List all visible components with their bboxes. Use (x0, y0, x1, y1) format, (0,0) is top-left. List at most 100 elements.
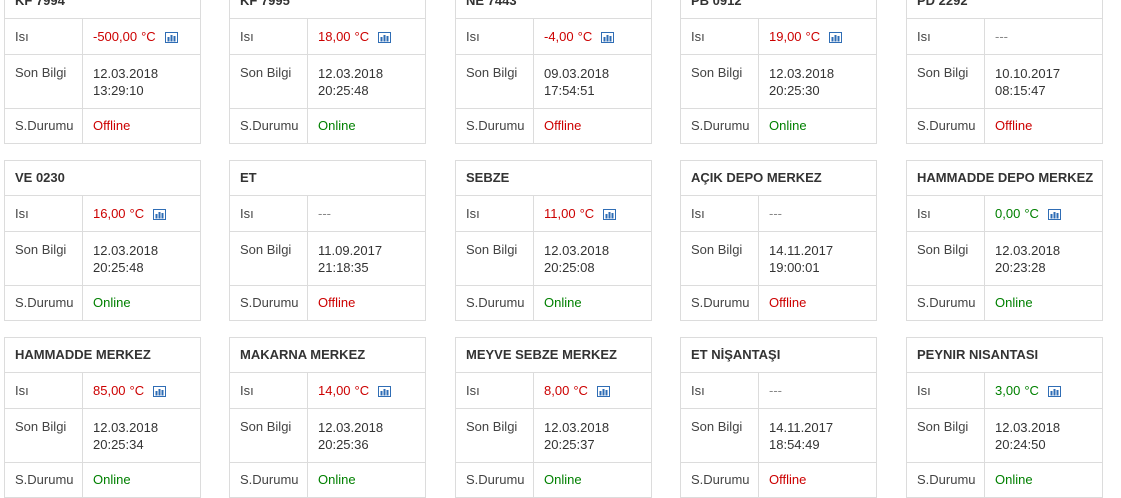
device-card-meyve-sebze-merkez: MEYVE SEBZE MERKEZ Isı 8,00 °C Son Bilgi 12.0… (455, 337, 652, 498)
device-title: KF 7994 (5, 0, 200, 19)
temperature-label: Isı (230, 196, 308, 231)
temperature-unit: °C (1024, 206, 1039, 221)
temperature-cell: 19,00 °C (759, 19, 876, 54)
temperature-cell: 11,00 °C (534, 196, 651, 231)
temperature-cell: 18,00 °C (308, 19, 425, 54)
device-title: PEYNIR NISANTASI (907, 338, 1102, 373)
last-info-value: 12.03.2018 20:24:50 (985, 409, 1102, 462)
last-info-value: 09.03.2018 17:54:51 (534, 55, 651, 108)
last-info-date: 12.03.2018 (769, 66, 835, 81)
status-label: S.Durumu (5, 286, 83, 320)
status-row: S.Durumu Online (230, 109, 425, 143)
temperature-number: 18,00 (318, 29, 351, 44)
last-info-row: Son Bilgi 12.03.2018 20:25:34 (5, 409, 200, 463)
temperature-value: 8,00 °C (544, 373, 588, 408)
last-info-label: Son Bilgi (5, 232, 83, 285)
chart-icon[interactable] (153, 209, 167, 221)
chart-icon[interactable] (378, 32, 392, 44)
chart-icon[interactable] (601, 32, 615, 44)
device-title: NE 7443 (456, 0, 651, 19)
status-label: S.Durumu (456, 109, 534, 143)
status-label: S.Durumu (5, 463, 83, 497)
device-card-kf-7995: KF 7995 Isı 18,00 °C Son Bilgi 12.03.2018 20:2… (229, 0, 426, 144)
temperature-label: Isı (230, 19, 308, 54)
chart-icon[interactable] (153, 386, 167, 398)
temperature-unit: °C (354, 29, 370, 44)
chart-icon[interactable] (378, 386, 392, 398)
last-info-time: 18:54:49 (769, 437, 820, 452)
temperature-number: 11,00 (544, 206, 576, 221)
last-info-label: Son Bilgi (907, 409, 985, 462)
status-value: Online (544, 472, 582, 487)
status-row: S.Durumu Online (907, 463, 1102, 497)
last-info-label: Son Bilgi (681, 409, 759, 462)
last-info-row: Son Bilgi 09.03.2018 17:54:51 (456, 55, 651, 109)
chart-icon[interactable] (164, 32, 178, 44)
temperature-label: Isı (456, 196, 534, 231)
temperature-row: Isı 8,00 °C (456, 373, 651, 409)
temperature-cell: 0,00 °C (985, 196, 1102, 231)
temperature-number: --- (995, 29, 1008, 44)
last-info-value: 12.03.2018 20:25:48 (83, 232, 200, 285)
temperature-unit: °C (129, 383, 145, 398)
status-value: Offline (544, 118, 582, 133)
status-value: Offline (995, 118, 1033, 133)
status-label: S.Durumu (907, 463, 985, 497)
device-title: AÇIK DEPO MERKEZ (681, 161, 876, 196)
device-card-hammadde-merkez: HAMMADDE MERKEZ Isı 85,00 °C Son Bilgi 12.03.… (4, 337, 201, 498)
temperature-value: 3,00 °C (995, 373, 1039, 408)
temperature-row: Isı --- (907, 19, 1102, 55)
status-row: S.Durumu Online (230, 463, 425, 497)
chart-icon[interactable] (1047, 209, 1061, 221)
last-info-label: Son Bilgi (456, 55, 534, 108)
device-card-sebze: SEBZE Isı 11,00 °C Son Bilgi 12.03.2018 20:25:… (455, 160, 652, 321)
last-info-time: 20:25:48 (318, 83, 369, 98)
last-info-date: 11.09.2017 (318, 243, 383, 258)
chart-icon[interactable] (829, 32, 843, 44)
status-label: S.Durumu (230, 109, 308, 143)
chart-icon[interactable] (596, 386, 610, 398)
status-row: S.Durumu Offline (230, 286, 425, 320)
last-info-value: 12.03.2018 20:25:34 (83, 409, 200, 462)
temperature-value: 18,00 °C (318, 19, 369, 54)
temperature-label: Isı (5, 373, 83, 408)
temperature-number: -4,00 (544, 29, 574, 44)
last-info-time: 17:54:51 (544, 83, 595, 98)
temperature-row: Isı 85,00 °C (5, 373, 200, 409)
temperature-label: Isı (907, 196, 985, 231)
last-info-value: 14.11.2017 19:00:01 (759, 232, 876, 285)
temperature-unit: °C (573, 383, 588, 398)
chart-icon[interactable] (1047, 386, 1061, 398)
temperature-unit: °C (141, 29, 156, 44)
last-info-time: 20:25:34 (93, 437, 144, 452)
last-info-row: Son Bilgi 11.09.2017 21:18:35 (230, 232, 425, 286)
last-info-row: Son Bilgi 10.10.2017 08:15:47 (907, 55, 1102, 109)
status-value: Online (544, 295, 582, 310)
last-info-date: 12.03.2018 (93, 66, 159, 81)
last-info-label: Son Bilgi (230, 55, 308, 108)
last-info-date: 12.03.2018 (318, 420, 384, 435)
device-title: PD 2292 (907, 0, 1102, 19)
device-title: MEYVE SEBZE MERKEZ (456, 338, 651, 373)
chart-icon[interactable] (603, 209, 617, 221)
status-value: Online (318, 472, 356, 487)
status-label: S.Durumu (230, 463, 308, 497)
temperature-row: Isı --- (230, 196, 425, 232)
temperature-label: Isı (5, 196, 83, 231)
temperature-unit: °C (354, 383, 370, 398)
status-row: S.Durumu Online (5, 463, 200, 497)
last-info-date: 12.03.2018 (544, 420, 610, 435)
temperature-label: Isı (5, 19, 83, 54)
device-title: ET NİŞANTAŞI (681, 338, 876, 373)
last-info-value: 12.03.2018 20:23:28 (985, 232, 1102, 285)
temperature-value: --- (995, 19, 1008, 54)
last-info-date: 09.03.2018 (544, 66, 610, 81)
device-title: SEBZE (456, 161, 651, 196)
temperature-value: --- (769, 196, 782, 231)
last-info-row: Son Bilgi 12.03.2018 20:25:08 (456, 232, 651, 286)
last-info-date: 12.03.2018 (995, 243, 1061, 258)
last-info-label: Son Bilgi (230, 409, 308, 462)
temperature-value: --- (769, 373, 782, 408)
last-info-date: 10.10.2017 (995, 66, 1061, 81)
temperature-label: Isı (456, 19, 534, 54)
